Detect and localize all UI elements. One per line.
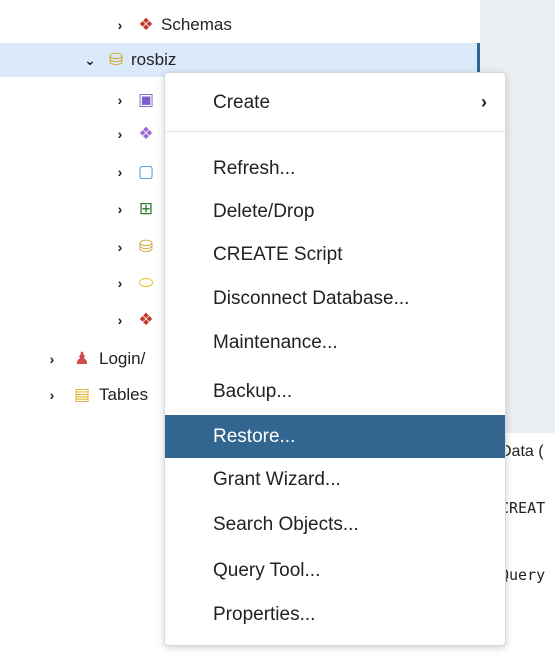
sql-text-line: CREAT bbox=[500, 499, 546, 517]
tree-item-label: Login/ bbox=[99, 349, 146, 368]
menu-item-create-script[interactable]: CREATE Script bbox=[165, 233, 505, 276]
language-icon: ⬭ bbox=[138, 273, 154, 292]
menu-divider bbox=[165, 131, 505, 132]
chevron-right-icon[interactable]: › bbox=[113, 312, 127, 328]
foreign-data-wrapper-icon: ⛁ bbox=[138, 237, 154, 256]
panel-title: Data ( bbox=[500, 443, 544, 460]
schema-icon: ❖ bbox=[138, 310, 154, 329]
menu-item-label: Delete/Drop bbox=[213, 200, 315, 222]
login-roles-icon: ♟ bbox=[74, 349, 90, 368]
tree-item-label: rosbiz bbox=[131, 50, 177, 69]
menu-item-backup[interactable]: Backup... bbox=[165, 370, 505, 413]
menu-item-label: Create bbox=[213, 91, 271, 113]
chevron-right-icon[interactable]: › bbox=[45, 351, 59, 367]
menu-item-label: Search Objects... bbox=[213, 513, 359, 535]
menu-item-create[interactable]: Create › bbox=[165, 81, 505, 124]
extension-icon: ⊞ bbox=[138, 199, 154, 218]
tree-item-schemas[interactable]: › ❖ Schemas bbox=[0, 8, 480, 42]
menu-item-label: Maintenance... bbox=[213, 331, 338, 353]
catalog-icon: ❖ bbox=[138, 124, 154, 143]
menu-item-label: Properties... bbox=[213, 603, 316, 625]
cast-icon: ▣ bbox=[137, 90, 155, 109]
chevron-right-icon: › bbox=[481, 92, 487, 112]
menu-item-label: Restore... bbox=[213, 425, 296, 447]
chevron-right-icon[interactable]: › bbox=[113, 17, 127, 33]
menu-item-label: Query Tool... bbox=[213, 559, 321, 581]
menu-item-maintenance[interactable]: Maintenance... bbox=[165, 321, 505, 364]
event-trigger-icon: ▢ bbox=[137, 162, 155, 181]
chevron-right-icon[interactable]: › bbox=[113, 126, 127, 142]
menu-item-label: Backup... bbox=[213, 380, 293, 402]
menu-item-disconnect-database[interactable]: Disconnect Database... bbox=[165, 277, 505, 320]
menu-item-properties[interactable]: Properties... bbox=[165, 593, 505, 636]
tree-item-label: Schemas bbox=[161, 15, 232, 34]
context-menu: Create › Refresh... Delete/Drop CREATE S… bbox=[164, 72, 506, 646]
chevron-right-icon[interactable]: › bbox=[113, 92, 127, 108]
menu-item-search-objects[interactable]: Search Objects... bbox=[165, 503, 505, 546]
chevron-right-icon[interactable]: › bbox=[113, 275, 127, 291]
menu-item-label: Disconnect Database... bbox=[213, 287, 410, 309]
menu-item-restore[interactable]: Restore... bbox=[165, 415, 505, 458]
menu-item-label: Refresh... bbox=[213, 157, 296, 179]
chevron-right-icon[interactable]: › bbox=[113, 164, 127, 180]
chevron-right-icon[interactable]: › bbox=[113, 201, 127, 217]
sql-text-line: Query bbox=[500, 566, 546, 584]
menu-item-label: Grant Wizard... bbox=[213, 468, 341, 490]
menu-item-label: CREATE Script bbox=[213, 243, 343, 265]
menu-item-grant-wizard[interactable]: Grant Wizard... bbox=[165, 458, 505, 501]
menu-item-query-tool[interactable]: Query Tool... bbox=[165, 549, 505, 592]
chevron-right-icon[interactable]: › bbox=[45, 387, 59, 403]
chevron-right-icon[interactable]: › bbox=[113, 239, 127, 255]
menu-item-refresh[interactable]: Refresh... bbox=[165, 147, 505, 190]
tree-item-label: Tables bbox=[99, 385, 149, 404]
menu-item-delete-drop[interactable]: Delete/Drop bbox=[165, 190, 505, 233]
database-icon: ⛁ bbox=[108, 50, 124, 69]
tablespaces-icon: ▤ bbox=[73, 385, 91, 404]
schemas-icon: ❖ bbox=[138, 15, 154, 34]
chevron-down-icon[interactable]: ⌄ bbox=[83, 52, 97, 68]
